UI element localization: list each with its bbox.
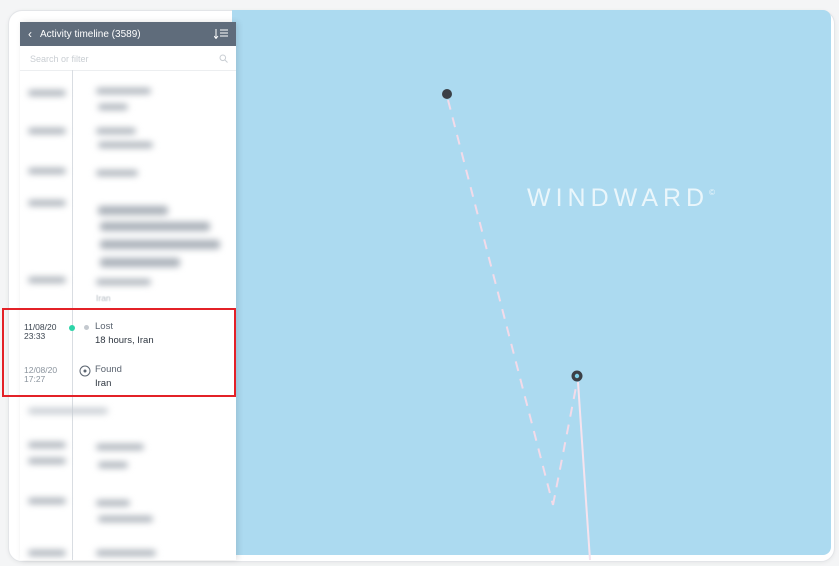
panel-header: ‹ Activity timeline (3589) xyxy=(20,22,236,46)
track-solid-segment xyxy=(577,381,591,561)
track-dashed-segment-2 xyxy=(552,381,578,506)
activity-timeline-panel: ‹ Activity timeline (3589) Search or fil… xyxy=(20,22,236,560)
search-icon[interactable] xyxy=(219,50,228,68)
windward-watermark: WINDWARD© xyxy=(527,184,715,213)
vessel-position-marker-core xyxy=(574,373,580,379)
blurred-entries-bottom xyxy=(20,400,236,560)
sort-list-icon[interactable] xyxy=(214,29,228,39)
watermark-mark: © xyxy=(709,188,716,197)
panel-title: Activity timeline (3589) xyxy=(40,28,141,40)
chevron-left-icon[interactable]: ‹ xyxy=(28,27,32,41)
highlight-box xyxy=(2,308,236,397)
search-input[interactable] xyxy=(28,53,219,65)
search-bar[interactable] xyxy=(20,48,236,71)
vessel-start-marker[interactable] xyxy=(442,89,452,99)
watermark-text: WINDWARD xyxy=(527,184,710,212)
track-dashed-segment-1 xyxy=(447,99,554,506)
partial-location-label: Iran xyxy=(96,293,111,303)
blurred-entries-top xyxy=(20,72,236,302)
